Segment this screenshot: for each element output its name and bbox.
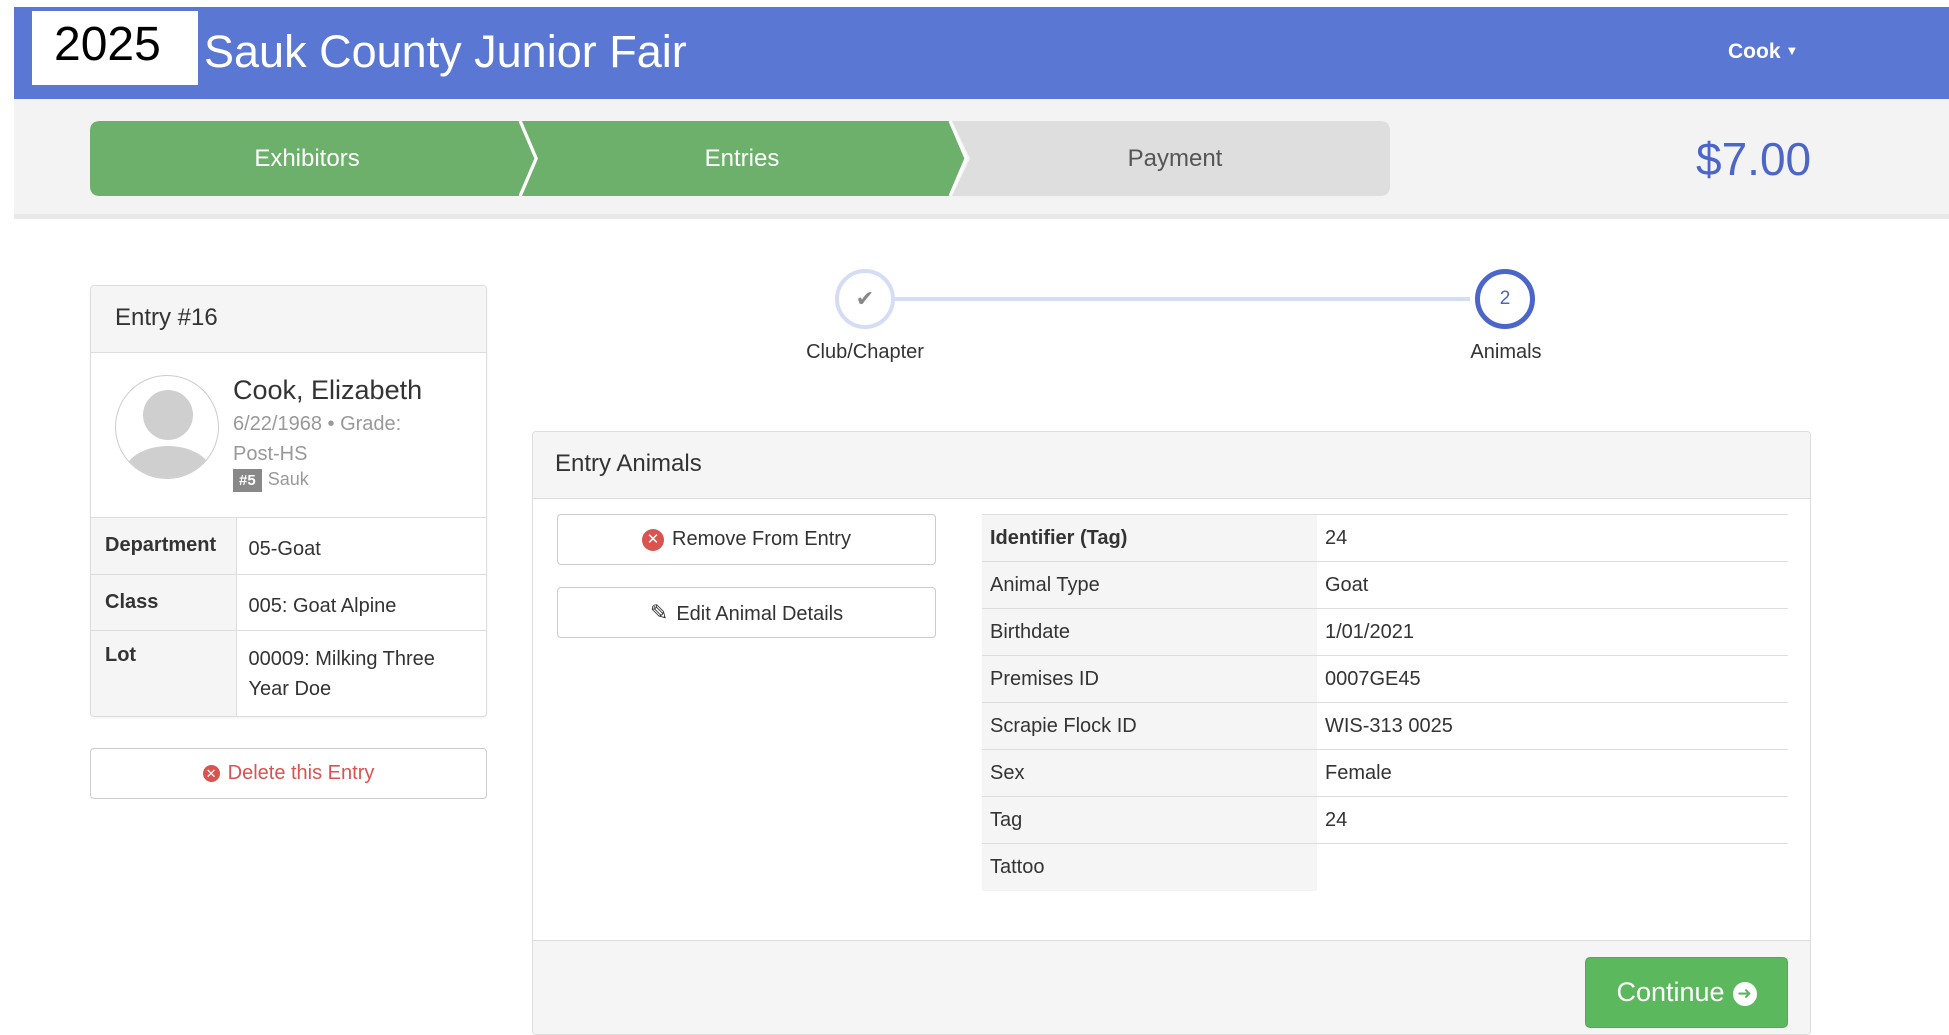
detail-value: 0007GE45 [1317,655,1788,703]
detail-label: Sex [982,749,1317,797]
detail-label: Birthdate [982,608,1317,656]
field-value: 005: Goat Alpine [236,574,486,631]
detail-value [1317,843,1788,891]
arrow-right-circle-icon: ➜ [1732,982,1757,1006]
detail-label: Identifier (Tag) [982,514,1317,562]
table-row: Scrapie Flock ID WIS-313 0025 [982,702,1788,750]
detail-value: WIS-313 0025 [1317,702,1788,750]
table-row: Sex Female [982,749,1788,797]
delete-entry-label: Delete this Entry [227,762,375,784]
exhibitor-name: Cook, Elizabeth [233,375,423,405]
entry-stepper: ✔ 2 Club/Chapter Animals [800,265,1560,375]
step-current-number: 2 [1475,269,1535,329]
pencil-icon: ✎ [649,600,669,625]
step-label-animals: Animals [1470,341,1542,363]
entry-animals-panel: Entry Animals ✕ Remove From Entry ✎ Edit A… [532,431,1811,1035]
field-value: 00009: Milking Three Year Doe [248,647,435,700]
user-menu[interactable]: Cook ▼ [1728,40,1798,64]
stepper-line [890,297,1470,301]
detail-label: Premises ID [982,655,1317,703]
table-row: Premises ID 0007GE45 [982,655,1788,703]
table-row: Class 005: Goat Alpine [91,574,486,631]
caret-down-icon: ▼ [1785,43,1799,58]
user-name: Cook [1728,40,1781,63]
entry-info-table: Department 05-Goat Class 005: Goat Alpin… [91,518,486,716]
remove-circle-icon: ✕ [202,765,220,782]
app-title[interactable]: Sauk County Junior Fair [204,26,687,78]
detail-label: Scrapie Flock ID [982,702,1317,750]
detail-label: Tag [982,796,1317,844]
edit-animal-details-button[interactable]: ✎ Edit Animal Details [557,587,936,638]
year-label: 2025 [32,11,198,85]
club-name: Sauk [267,469,309,489]
field-value: 05-Goat [236,518,486,575]
animal-details-table: Identifier (Tag) 24 Animal Type Goat Birth… [982,514,1788,891]
table-row: Identifier (Tag) 24 [982,514,1788,562]
checkout-wizard: Exhibitors Entries Payment [90,121,1390,196]
club-info: #5 Sauk [233,469,309,492]
entry-summary-panel: Entry #16 Cook, Elizabeth 6/22/1968 • Gr… [90,285,487,717]
exhibitor-profile: Cook, Elizabeth 6/22/1968 • Grade: Post-… [91,353,486,518]
table-row: Tattoo [982,843,1788,891]
entry-title: Entry #16 [91,286,486,353]
wizard-step-exhibitors[interactable]: Exhibitors [157,145,457,173]
detail-label: Animal Type [982,561,1317,609]
wizard-step-entries[interactable]: Entries [592,145,892,173]
continue-button[interactable]: Continue ➜ [1585,957,1788,1028]
detail-value: 24 [1317,514,1788,562]
table-row: Birthdate 1/01/2021 [982,608,1788,656]
detail-value: Female [1317,749,1788,797]
panel-title: Entry Animals [533,432,1810,499]
remove-circle-icon: ✕ [642,529,665,551]
field-label: Class [91,574,237,631]
cart-total: $7.00 [1696,133,1812,185]
table-row: Lot 00009: Milking Three Year Doe [91,630,486,716]
step-complete-check-icon[interactable]: ✔ [835,269,895,329]
remove-from-entry-button[interactable]: ✕ Remove From Entry [557,514,936,565]
exhibitor-meta: 6/22/1968 • Grade: Post-HS [233,413,402,465]
table-row: Animal Type Goat [982,561,1788,609]
detail-value: Goat [1317,561,1788,609]
remove-from-entry-label: Remove From Entry [672,528,851,550]
step-label-club[interactable]: Club/Chapter [765,341,965,364]
club-number-badge: #5 [233,469,262,492]
table-row: Department 05-Goat [91,518,486,575]
detail-value: 24 [1317,796,1788,844]
edit-animal-details-label: Edit Animal Details [676,603,844,625]
panel-footer: Continue ➜ [533,940,1810,1034]
delete-entry-button[interactable]: ✕ Delete this Entry [90,748,487,799]
avatar [115,375,219,479]
detail-value: 1/01/2021 [1317,608,1788,656]
table-row: Tag 24 [982,796,1788,844]
continue-label: Continue [1616,977,1725,1007]
detail-label: Tattoo [982,843,1317,891]
field-label: Lot [91,630,237,716]
wizard-step-payment[interactable]: Payment [1025,145,1325,173]
field-label: Department [91,518,237,575]
